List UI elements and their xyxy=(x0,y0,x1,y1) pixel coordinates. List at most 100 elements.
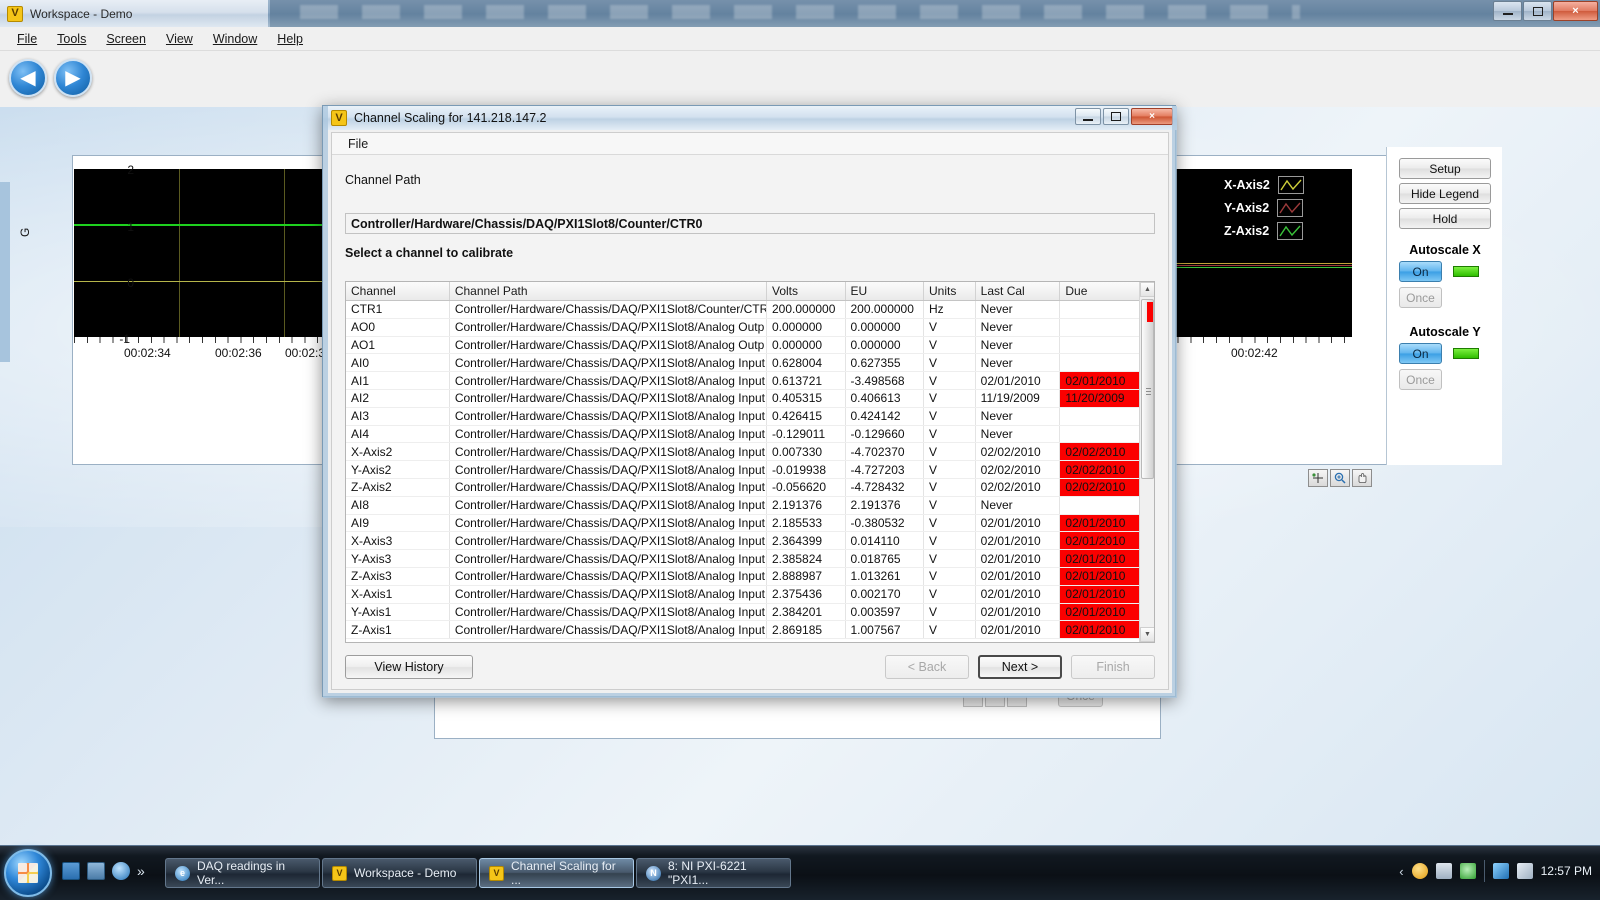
autoscale-x-once-button[interactable]: Once xyxy=(1399,287,1442,308)
start-button[interactable] xyxy=(4,849,52,897)
cell-eu: 1.007567 xyxy=(845,621,924,639)
security-shield-icon[interactable] xyxy=(1412,863,1428,879)
table-row[interactable]: AI1Controller/Hardware/Chassis/DAQ/PXI1S… xyxy=(346,372,1141,390)
workspace-app-icon: V xyxy=(7,6,23,22)
table-row[interactable]: AO1Controller/Hardware/Chassis/DAQ/PXI1S… xyxy=(346,336,1141,354)
table-row[interactable]: X-Axis3Controller/Hardware/Chassis/DAQ/P… xyxy=(346,532,1141,550)
close-button[interactable]: × xyxy=(1553,1,1598,21)
dialog-menu-file[interactable]: File xyxy=(340,135,376,153)
crosshair-icon[interactable] xyxy=(1308,469,1328,487)
scrollbar-thumb[interactable] xyxy=(1141,299,1154,479)
col-header-due[interactable]: Due xyxy=(1060,282,1141,301)
legend-entry-y-axis2[interactable]: Y-Axis2 xyxy=(1224,199,1303,217)
cell-last-cal: 02/02/2010 xyxy=(975,461,1060,479)
system-tray: ‹ 12:57 PM xyxy=(1399,860,1592,882)
next-button[interactable]: Next > xyxy=(978,655,1062,679)
network-icon[interactable] xyxy=(1493,863,1509,879)
menu-screen[interactable]: Screen xyxy=(97,29,155,49)
col-header-channel[interactable]: Channel xyxy=(346,282,449,301)
table-row[interactable]: AI8Controller/Hardware/Chassis/DAQ/PXI1S… xyxy=(346,496,1141,514)
maximize-button[interactable] xyxy=(1523,1,1552,21)
tray-divider xyxy=(1484,860,1485,882)
table-row[interactable]: Y-Axis2Controller/Hardware/Chassis/DAQ/P… xyxy=(346,461,1141,479)
table-vertical-scrollbar[interactable]: ▲ ▼ xyxy=(1139,282,1154,642)
switch-window-icon[interactable] xyxy=(87,862,105,880)
legend-entry-x-axis2[interactable]: X-Axis2 xyxy=(1224,176,1304,194)
taskbar-item-ni-pxi[interactable]: N 8: NI PXI-6221 "PXI1... xyxy=(636,858,791,888)
cell-channel: AO0 xyxy=(346,318,449,336)
cell-channel-path: Controller/Hardware/Chassis/DAQ/PXI1Slot… xyxy=(449,461,766,479)
tray-expand-icon[interactable]: ‹ xyxy=(1399,864,1403,879)
scroll-up-icon[interactable]: ▲ xyxy=(1140,282,1155,297)
usb-icon[interactable] xyxy=(1436,863,1452,879)
left-graph-y-axis-label: G xyxy=(18,228,32,237)
table-row[interactable]: AI4Controller/Hardware/Chassis/DAQ/PXI1S… xyxy=(346,425,1141,443)
back-arrow-icon[interactable]: ◀ xyxy=(9,59,47,97)
zoom-icon[interactable] xyxy=(1330,469,1350,487)
table-row[interactable]: Y-Axis3Controller/Hardware/Chassis/DAQ/P… xyxy=(346,550,1141,568)
quick-launch-overflow-icon[interactable]: » xyxy=(137,863,145,879)
table-row[interactable]: AO0Controller/Hardware/Chassis/DAQ/PXI1S… xyxy=(346,318,1141,336)
pan-icon[interactable] xyxy=(1352,469,1372,487)
autoscale-x-on-button[interactable]: On xyxy=(1399,261,1442,282)
menu-tools[interactable]: Tools xyxy=(48,29,95,49)
legend-label-x-axis2: X-Axis2 xyxy=(1224,178,1270,192)
cell-units: V xyxy=(924,550,976,568)
hold-button[interactable]: Hold xyxy=(1399,208,1491,229)
table-row[interactable]: X-Axis1Controller/Hardware/Chassis/DAQ/P… xyxy=(346,585,1141,603)
cell-channel-path: Controller/Hardware/Chassis/DAQ/PXI1Slot… xyxy=(449,550,766,568)
internet-explorer-icon[interactable] xyxy=(112,862,130,880)
taskbar-item-workspace[interactable]: V Workspace - Demo xyxy=(322,858,477,888)
cell-eu: 0.002170 xyxy=(845,585,924,603)
view-history-button[interactable]: View History xyxy=(345,655,473,679)
cell-channel: AO1 xyxy=(346,336,449,354)
cell-channel-path: Controller/Hardware/Chassis/DAQ/PXI1Slot… xyxy=(449,389,766,407)
setup-button[interactable]: Setup xyxy=(1399,158,1491,179)
table-row[interactable]: AI0Controller/Hardware/Chassis/DAQ/PXI1S… xyxy=(346,354,1141,372)
menu-file[interactable]: File xyxy=(8,29,46,49)
table-row[interactable]: X-Axis2Controller/Hardware/Chassis/DAQ/P… xyxy=(346,443,1141,461)
table-row[interactable]: Y-Axis1Controller/Hardware/Chassis/DAQ/P… xyxy=(346,603,1141,621)
legend-entry-z-axis2[interactable]: Z-Axis2 xyxy=(1224,222,1303,240)
taskbar-item-daq-readings[interactable]: e DAQ readings in Ver... xyxy=(165,858,320,888)
workspace-title-text: Workspace - Demo xyxy=(30,7,132,21)
channel-scaling-dialog: V Channel Scaling for 141.218.147.2 × Fi… xyxy=(322,105,1176,697)
taskbar: » e DAQ readings in Ver... V Workspace -… xyxy=(0,845,1600,900)
col-header-last-cal[interactable]: Last Cal xyxy=(975,282,1060,301)
table-row[interactable]: AI2Controller/Hardware/Chassis/DAQ/PXI1S… xyxy=(346,389,1141,407)
col-header-units[interactable]: Units xyxy=(924,282,976,301)
table-row[interactable]: CTR1Controller/Hardware/Chassis/DAQ/PXI1… xyxy=(346,301,1141,319)
cell-due xyxy=(1060,354,1141,372)
cell-volts: 2.384201 xyxy=(766,603,845,621)
table-row[interactable]: AI3Controller/Hardware/Chassis/DAQ/PXI1S… xyxy=(346,407,1141,425)
taskbar-item-channel-scaling[interactable]: V Channel Scaling for ... xyxy=(479,858,634,888)
taskbar-clock[interactable]: 12:57 PM xyxy=(1541,864,1592,878)
cell-eu: 0.627355 xyxy=(845,354,924,372)
scroll-down-icon[interactable]: ▼ xyxy=(1140,627,1155,642)
table-row[interactable]: Z-Axis1Controller/Hardware/Chassis/DAQ/P… xyxy=(346,621,1141,639)
scalable-channels-table[interactable]: Channel Channel Path Volts EU Units Last… xyxy=(345,281,1155,643)
volume-icon[interactable] xyxy=(1517,863,1533,879)
table-row[interactable]: Z-Axis2Controller/Hardware/Chassis/DAQ/P… xyxy=(346,478,1141,496)
col-header-volts[interactable]: Volts xyxy=(766,282,845,301)
workspace-titlebar[interactable]: V Workspace - Demo × xyxy=(0,0,1600,27)
autoscale-y-on-button[interactable]: On xyxy=(1399,343,1442,364)
overdue-marker xyxy=(1147,302,1153,322)
table-row[interactable]: Z-Axis3Controller/Hardware/Chassis/DAQ/P… xyxy=(346,567,1141,585)
cell-units: V xyxy=(924,478,976,496)
cell-channel: AI4 xyxy=(346,425,449,443)
menu-window[interactable]: Window xyxy=(204,29,266,49)
show-desktop-icon[interactable] xyxy=(62,862,80,880)
hide-legend-button[interactable]: Hide Legend xyxy=(1399,183,1491,204)
forward-arrow-icon[interactable]: ▶ xyxy=(54,59,92,97)
col-header-channel-path[interactable]: Channel Path xyxy=(449,282,766,301)
menu-view[interactable]: View xyxy=(157,29,202,49)
menu-help[interactable]: Help xyxy=(268,29,312,49)
ni-tray-icon[interactable] xyxy=(1460,863,1476,879)
autoscale-y-once-button[interactable]: Once xyxy=(1399,369,1442,390)
minimize-button[interactable] xyxy=(1493,1,1522,21)
table-row[interactable]: AI9Controller/Hardware/Chassis/DAQ/PXI1S… xyxy=(346,514,1141,532)
cell-volts: 2.191376 xyxy=(766,496,845,514)
col-header-eu[interactable]: EU xyxy=(845,282,924,301)
internet-explorer-icon: e xyxy=(175,866,190,881)
